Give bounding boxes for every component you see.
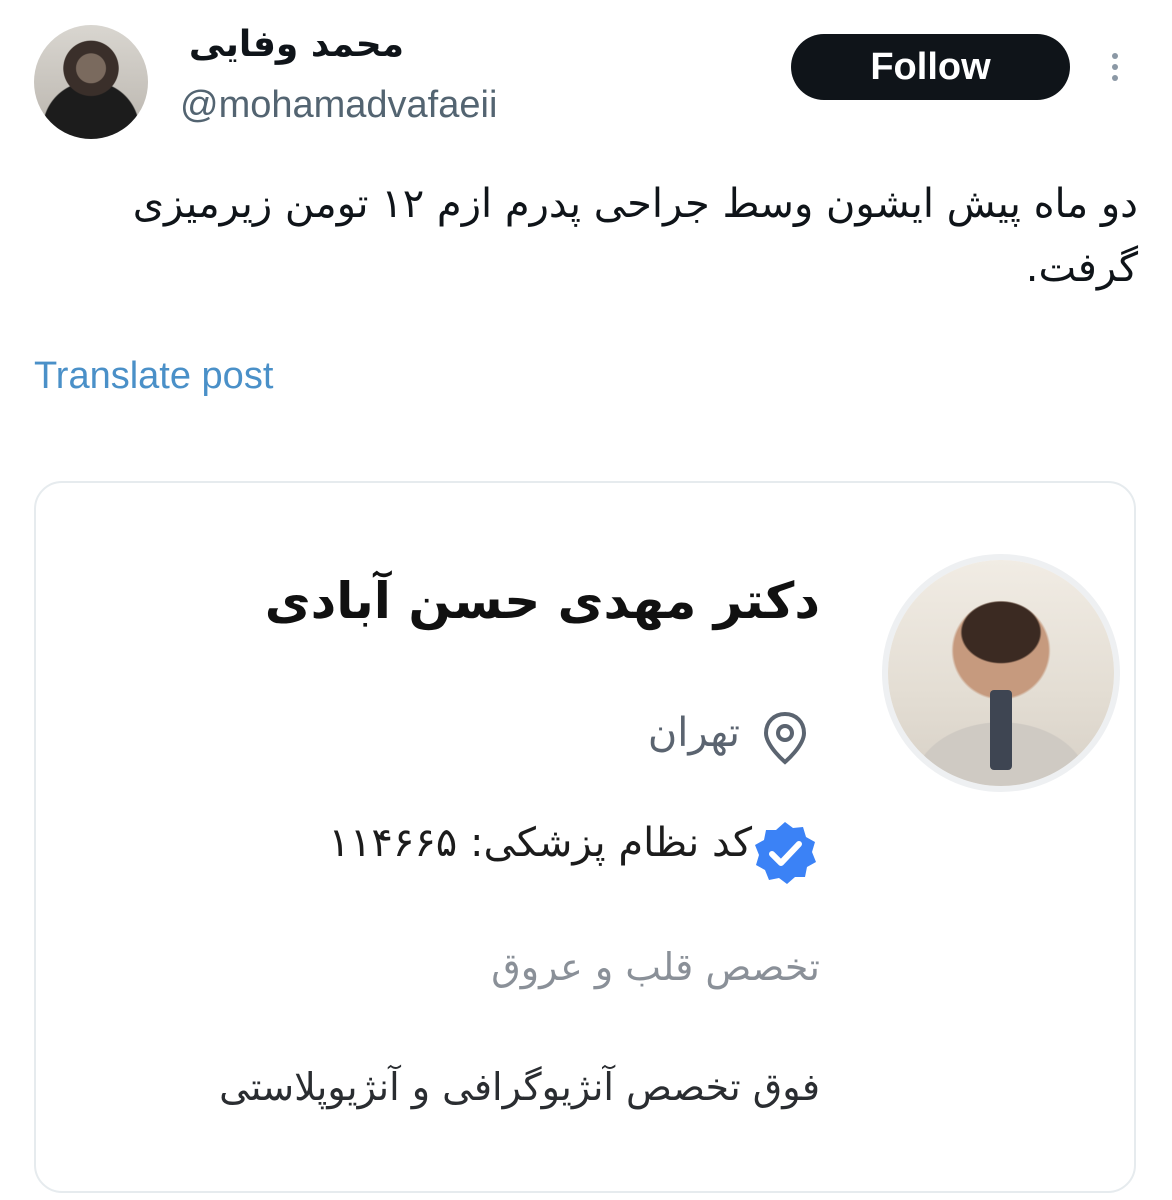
translate-post-link[interactable]: Translate post — [34, 355, 273, 398]
author-display-name[interactable]: محمد وفایی — [189, 24, 404, 65]
author-avatar[interactable] — [34, 25, 148, 139]
verified-badge-icon — [755, 822, 816, 884]
post-text: دو ماه پیش ایشون وسط جراحی پدرم ازم ۱۲ ت… — [132, 181, 1138, 291]
more-icon[interactable] — [1100, 42, 1130, 92]
doctor-photo-tie — [990, 690, 1012, 770]
doctor-name: دکتر مهدی حسن آبادی — [264, 572, 820, 630]
location-pin-icon — [763, 711, 807, 765]
doctor-subspecialty: فوق تخصص آنژیوگرافی و آنژیوپلاستی — [219, 1065, 820, 1109]
medical-code: کد نظام پزشکی: ۱۱۴۶۶۵ — [328, 820, 752, 866]
doctor-specialty: تخصص قلب و عروق — [491, 945, 820, 989]
author-handle[interactable]: @mohamadvafaeii — [180, 84, 497, 127]
follow-button[interactable]: Follow — [791, 34, 1070, 100]
doctor-location: تهران — [647, 710, 740, 756]
